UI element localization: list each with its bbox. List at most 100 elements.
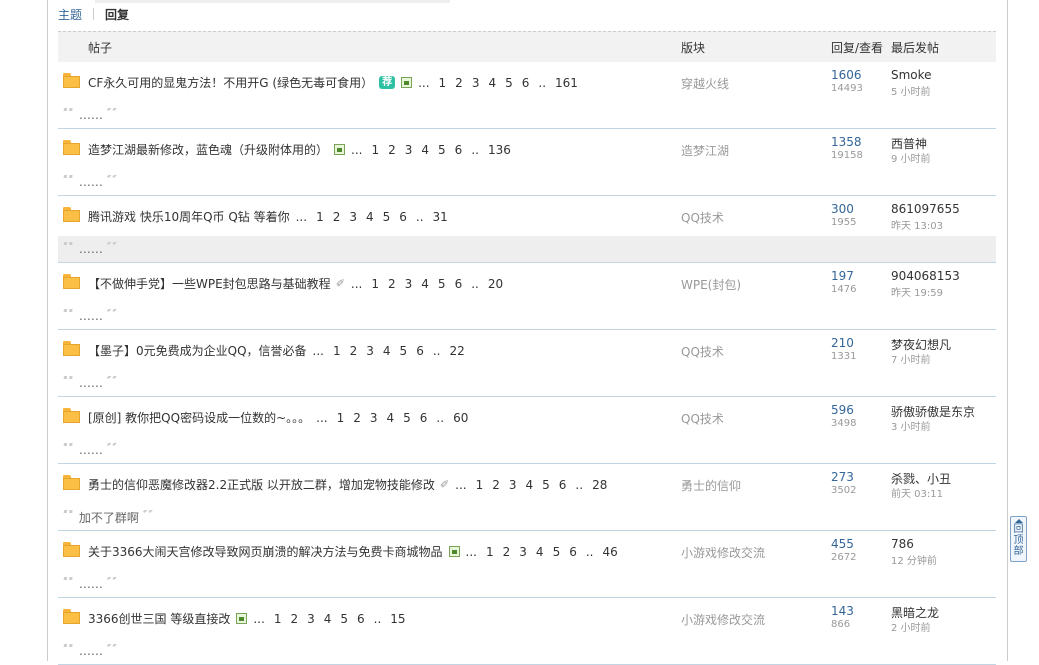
page-link[interactable]: 4 bbox=[536, 545, 544, 559]
page-link[interactable]: 60 bbox=[453, 411, 468, 425]
page-link[interactable]: 5 bbox=[438, 277, 446, 291]
reply-count[interactable]: 455 bbox=[831, 537, 854, 551]
reply-quote-text[interactable]: …… bbox=[79, 577, 103, 591]
page-link[interactable]: 2 bbox=[492, 478, 500, 492]
page-link[interactable]: 20 bbox=[488, 277, 503, 291]
page-link[interactable]: 6 bbox=[416, 344, 424, 358]
page-link[interactable]: 2 bbox=[503, 545, 511, 559]
reply-count[interactable]: 143 bbox=[831, 604, 854, 618]
last-post-user[interactable]: 861097655 bbox=[891, 202, 960, 216]
page-link[interactable]: 5 bbox=[505, 76, 513, 90]
forum-link[interactable]: 穿越火线 bbox=[681, 75, 729, 92]
page-link[interactable]: 4 bbox=[383, 344, 391, 358]
page-link[interactable]: 4 bbox=[421, 277, 429, 291]
reply-count[interactable]: 1606 bbox=[831, 68, 862, 82]
forum-link[interactable]: 造梦江湖 bbox=[681, 142, 729, 159]
last-post-user[interactable]: Smoke bbox=[891, 68, 932, 82]
page-link[interactable]: .. bbox=[471, 143, 479, 157]
page-link[interactable]: .. bbox=[575, 478, 583, 492]
page-link[interactable]: 2 bbox=[290, 612, 298, 626]
forum-link[interactable]: QQ技术 bbox=[681, 209, 724, 226]
forum-link[interactable]: WPE(封包) bbox=[681, 276, 741, 293]
thread-title-link[interactable]: 【墨子】0元免费成为企业QQ，信誉必备 bbox=[88, 342, 307, 359]
page-link[interactable]: 2 bbox=[388, 277, 396, 291]
page-link[interactable]: 3 bbox=[405, 277, 413, 291]
page-link[interactable]: 1 bbox=[486, 545, 494, 559]
page-link[interactable]: 31 bbox=[433, 210, 448, 224]
page-link[interactable]: 1 bbox=[333, 344, 341, 358]
reply-quote-text[interactable]: 加不了群啊 bbox=[79, 509, 139, 526]
page-link[interactable]: 1 bbox=[274, 612, 282, 626]
page-link[interactable]: 3 bbox=[349, 210, 357, 224]
thread-title-link[interactable]: 造梦江湖最新修改，蓝色魂（升级附体用的） bbox=[88, 141, 328, 158]
page-link[interactable]: 3 bbox=[307, 612, 315, 626]
page-link[interactable]: 5 bbox=[438, 143, 446, 157]
forum-link[interactable]: 小游戏修改交流 bbox=[681, 544, 765, 561]
tab-replies[interactable]: 回复 bbox=[105, 6, 129, 23]
page-link[interactable]: 6 bbox=[455, 277, 463, 291]
reply-quote-text[interactable]: …… bbox=[79, 644, 103, 658]
page-link[interactable]: 1 bbox=[476, 478, 484, 492]
forum-link[interactable]: 小游戏修改交流 bbox=[681, 611, 765, 628]
page-link[interactable]: 4 bbox=[421, 143, 429, 157]
reply-count[interactable]: 210 bbox=[831, 336, 854, 350]
page-link[interactable]: .. bbox=[538, 76, 546, 90]
page-link[interactable]: 5 bbox=[400, 344, 408, 358]
page-link[interactable]: 3 bbox=[370, 411, 378, 425]
page-link[interactable]: 4 bbox=[324, 612, 332, 626]
page-link[interactable]: 3 bbox=[519, 545, 527, 559]
reply-quote-text[interactable]: …… bbox=[79, 108, 103, 122]
reply-quote-text[interactable]: …… bbox=[79, 242, 103, 256]
page-link[interactable]: 1 bbox=[439, 76, 447, 90]
reply-quote-text[interactable]: …… bbox=[79, 175, 103, 189]
page-link[interactable]: 22 bbox=[449, 344, 464, 358]
page-link[interactable]: 3 bbox=[405, 143, 413, 157]
page-link[interactable]: 136 bbox=[488, 143, 511, 157]
page-link[interactable]: 6 bbox=[357, 612, 365, 626]
page-link[interactable]: 1 bbox=[316, 210, 324, 224]
page-link[interactable]: 6 bbox=[420, 411, 428, 425]
page-link[interactable]: 1 bbox=[371, 277, 379, 291]
thread-title-link[interactable]: [原创] 教你把QQ密码设成一位数的~。。。 bbox=[88, 409, 310, 426]
page-link[interactable]: 5 bbox=[553, 545, 561, 559]
page-link[interactable]: 2 bbox=[353, 411, 361, 425]
last-post-user[interactable]: 786 bbox=[891, 537, 914, 551]
page-link[interactable]: 4 bbox=[366, 210, 374, 224]
page-link[interactable]: 3 bbox=[472, 76, 480, 90]
page-link[interactable]: 5 bbox=[340, 612, 348, 626]
thread-title-link[interactable]: 【不做伸手党】一些WPE封包思路与基础教程 bbox=[88, 275, 331, 292]
page-link[interactable]: 1 bbox=[337, 411, 345, 425]
page-link[interactable]: 6 bbox=[559, 478, 567, 492]
thread-title-link[interactable]: CF永久可用的显鬼方法！不用开G (绿色无毒可食用） bbox=[88, 74, 373, 91]
page-link[interactable]: 4 bbox=[526, 478, 534, 492]
thread-title-link[interactable]: 3366创世三国 等级直接改 bbox=[88, 610, 230, 627]
forum-link[interactable]: 勇士的信仰 bbox=[681, 477, 741, 494]
page-link[interactable]: 2 bbox=[388, 143, 396, 157]
reply-count[interactable]: 197 bbox=[831, 269, 854, 283]
page-link[interactable]: 5 bbox=[542, 478, 550, 492]
reply-quote-text[interactable]: …… bbox=[79, 376, 103, 390]
reply-count[interactable]: 300 bbox=[831, 202, 854, 216]
page-link[interactable]: 4 bbox=[387, 411, 395, 425]
page-link[interactable]: 2 bbox=[455, 76, 463, 90]
thread-title-link[interactable]: 腾讯游戏 快乐10周年Q币 Q钻 等着你 bbox=[88, 208, 290, 225]
last-post-user[interactable]: 904068153 bbox=[891, 269, 960, 283]
page-link[interactable]: 5 bbox=[403, 411, 411, 425]
page-link[interactable]: 3 bbox=[366, 344, 374, 358]
page-link[interactable]: 161 bbox=[555, 76, 578, 90]
thread-title-link[interactable]: 勇士的信仰恶魔修改器2.2正式版 以开放二群，增加宠物技能修改 bbox=[88, 476, 435, 493]
forum-link[interactable]: QQ技术 bbox=[681, 343, 724, 360]
page-link[interactable]: .. bbox=[433, 344, 441, 358]
page-link[interactable]: .. bbox=[436, 411, 444, 425]
page-link[interactable]: 2 bbox=[350, 344, 358, 358]
back-to-top-button[interactable]: 回顶部 bbox=[1010, 516, 1027, 562]
reply-count[interactable]: 1358 bbox=[831, 135, 862, 149]
reply-count[interactable]: 273 bbox=[831, 470, 854, 484]
page-link[interactable]: 2 bbox=[333, 210, 341, 224]
page-link[interactable]: 28 bbox=[592, 478, 607, 492]
thread-title-link[interactable]: 关于3366大闹天宫修改导致网页崩溃的解决方法与免费卡商城物品 bbox=[88, 543, 443, 560]
page-link[interactable]: 1 bbox=[371, 143, 379, 157]
page-link[interactable]: .. bbox=[586, 545, 594, 559]
page-link[interactable]: 46 bbox=[602, 545, 617, 559]
reply-count[interactable]: 596 bbox=[831, 403, 854, 417]
